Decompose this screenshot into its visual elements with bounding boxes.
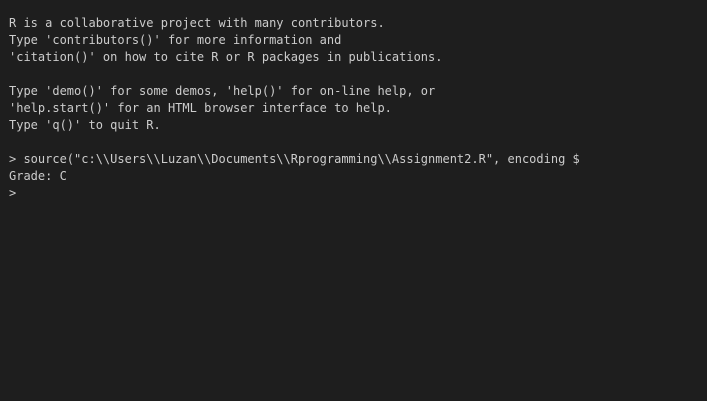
console-command-source: > source("c:\\Users\\Luzan\\Documents\\R…: [9, 152, 580, 166]
console-line-welcome-2: Type 'contributors()' for more informati…: [9, 33, 342, 47]
console-line-welcome-1: R is a collaborative project with many c…: [9, 16, 385, 30]
console-line-blank-1: [9, 66, 707, 83]
console-line-quit-hint: Type 'q()' to quit R.: [9, 118, 161, 132]
text-cursor: [16, 185, 23, 199]
console-line-help-2: 'help.start()' for an HTML browser inter…: [9, 101, 392, 115]
console-line-help-1: Type 'demo()' for some demos, 'help()' f…: [9, 84, 436, 98]
console-line-blank-2: [9, 134, 707, 151]
console-output-grade: Grade: C: [9, 169, 67, 183]
prompt-symbol: >: [9, 186, 17, 200]
console-line-welcome-3: 'citation()' on how to cite R or R packa…: [9, 50, 443, 64]
console-input-prompt[interactable]: >: [9, 185, 707, 202]
r-console[interactable]: R is a collaborative project with many c…: [0, 0, 707, 401]
